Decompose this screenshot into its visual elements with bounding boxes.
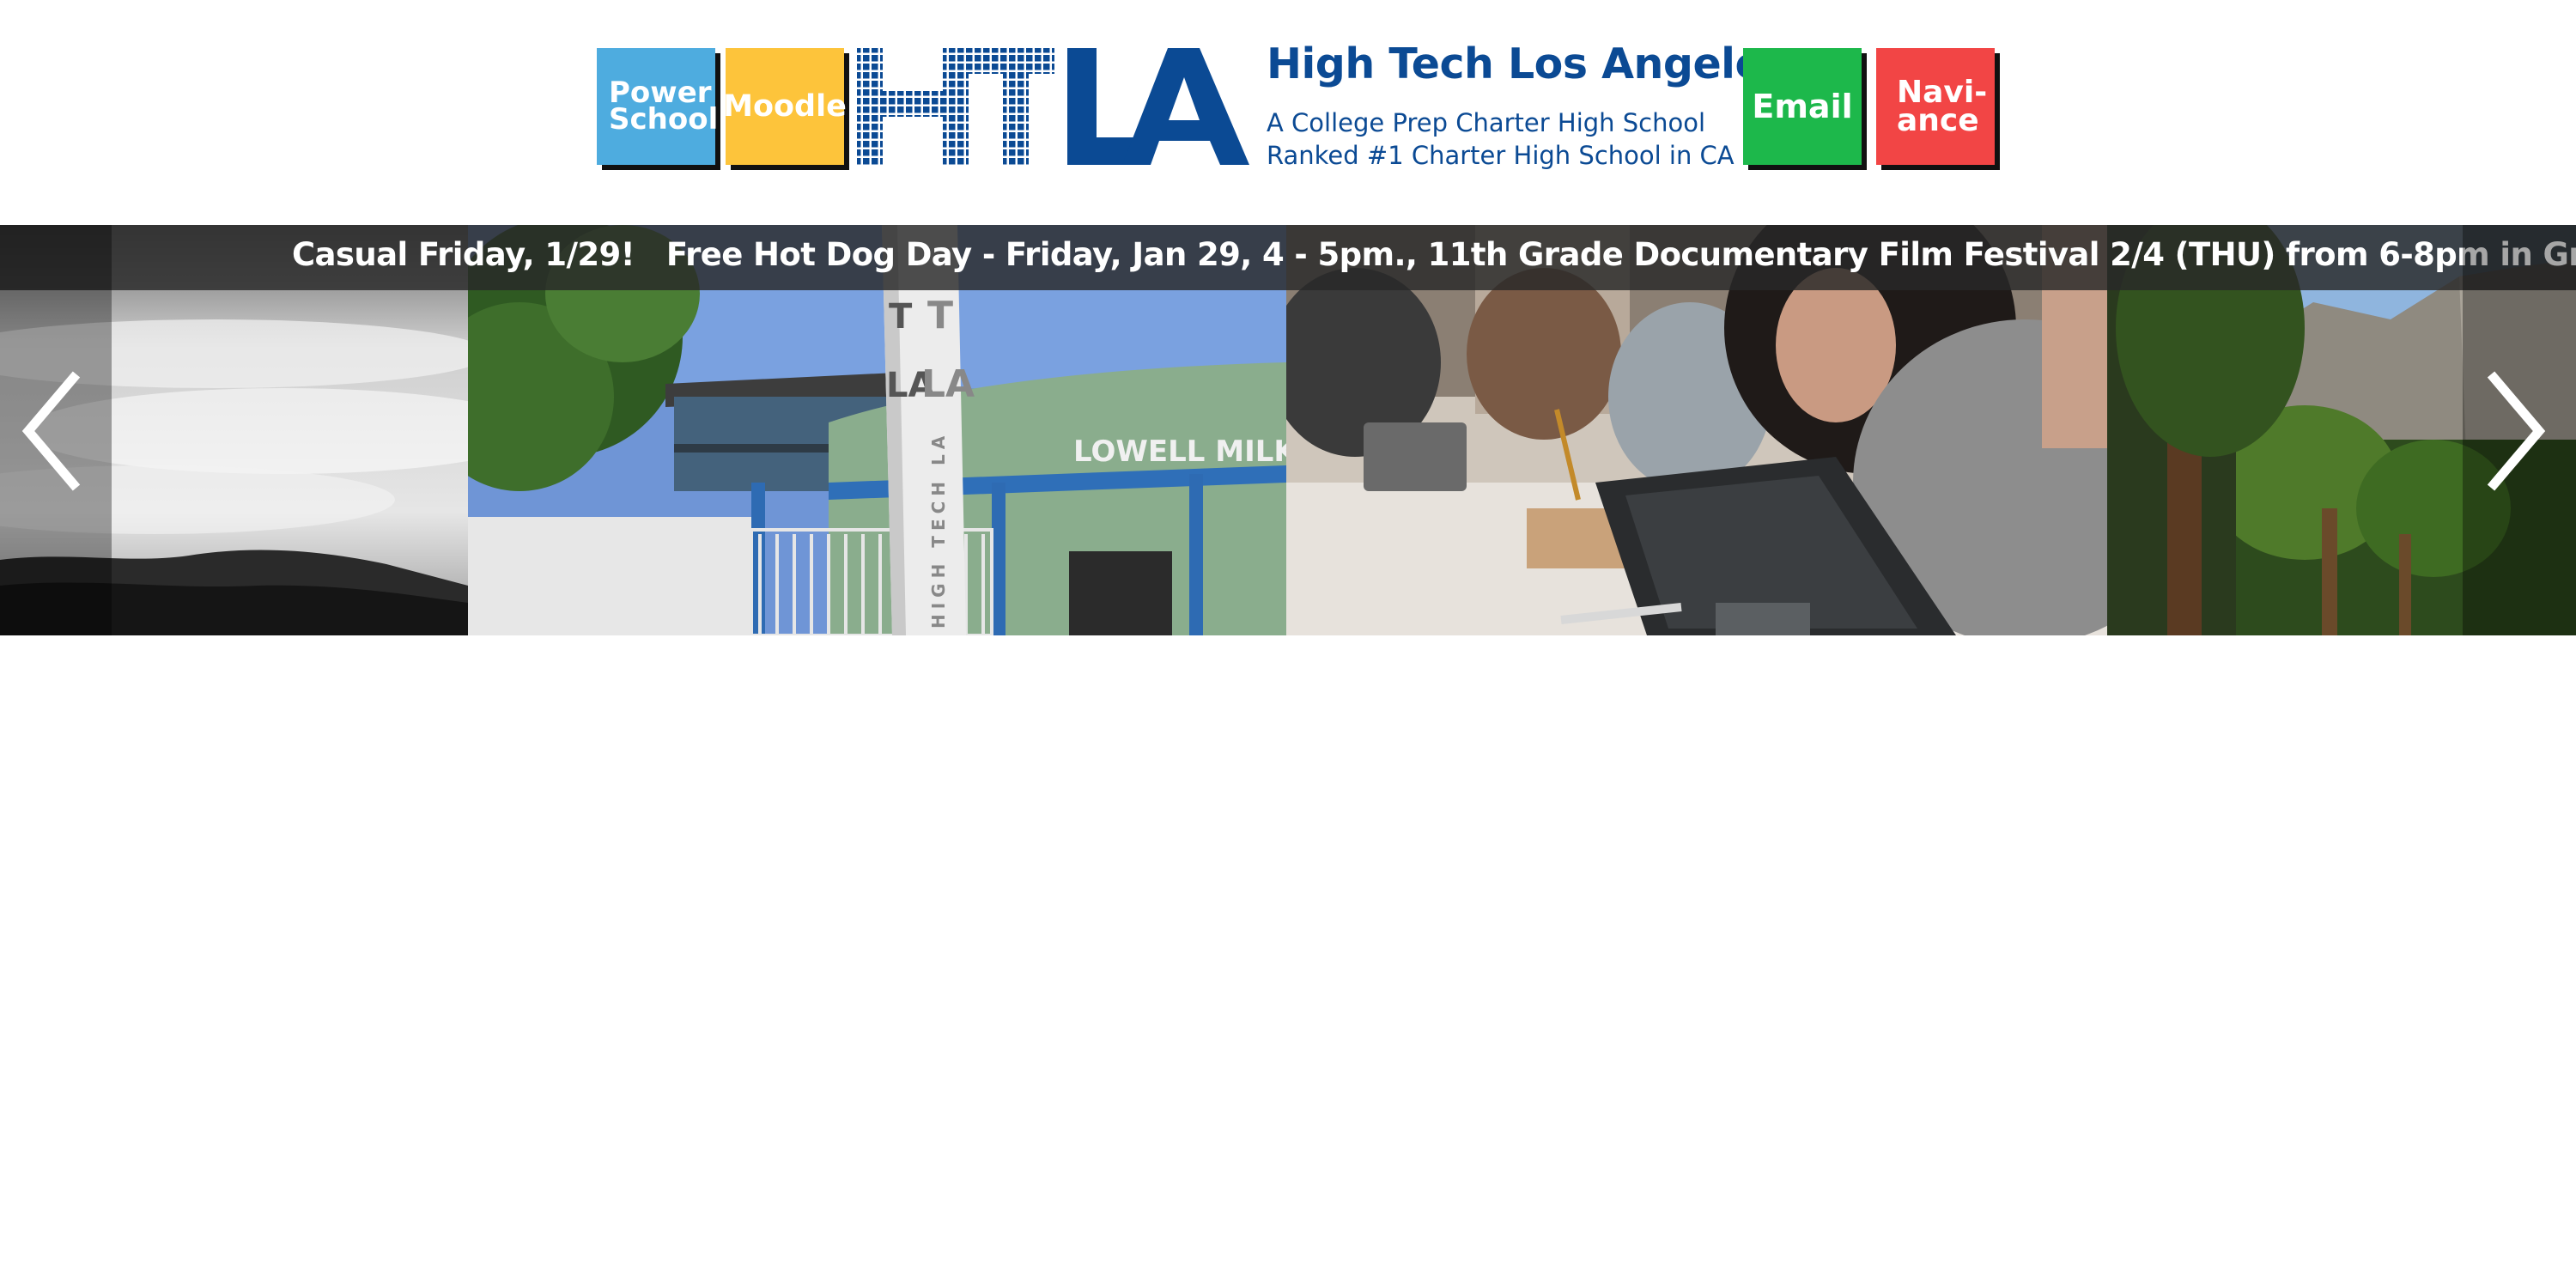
naviance-label: Navi- ance bbox=[1897, 74, 1988, 138]
carousel-prev-button[interactable] bbox=[0, 225, 112, 635]
moodle-label: Moodle bbox=[723, 88, 847, 124]
tower-vertical-text: HIGH TECH LA bbox=[928, 431, 949, 629]
tagline-ranking: Ranked #1 Charter High School in CA bbox=[1267, 141, 1735, 170]
announcement-text: Casual Friday, 1/29! Free Hot Dog Day - … bbox=[292, 236, 2576, 273]
tower-letter-t2: T bbox=[927, 294, 953, 337]
tagline-charter: A College Prep Charter High School bbox=[1267, 108, 1706, 137]
tower-letter-t1: T bbox=[889, 297, 913, 337]
chevron-right-icon bbox=[2487, 371, 2546, 491]
htla-logo-mark bbox=[857, 48, 1249, 165]
email-link[interactable]: Email bbox=[1743, 48, 1862, 165]
chevron-left-icon bbox=[21, 371, 81, 491]
building-sign: LOWELL MILKEN bbox=[1073, 434, 1286, 469]
image-carousel: LOWELL MILKEN T LA T LA HIGH TECH LA bbox=[0, 225, 2576, 635]
school-name: High Tech Los Angeles bbox=[1267, 39, 1788, 88]
carousel-next-button[interactable] bbox=[2463, 225, 2576, 635]
htla-logo[interactable] bbox=[854, 46, 1254, 171]
powerschool-label: Power School bbox=[609, 75, 719, 137]
email-label: Email bbox=[1752, 87, 1853, 125]
naviance-link[interactable]: Navi- ance bbox=[1876, 48, 1995, 165]
tower-letter-la2: LA bbox=[921, 362, 975, 406]
site-header: Power School Moodle High Tech Los Angele… bbox=[0, 0, 2576, 225]
announcement-ticker: Casual Friday, 1/29! Free Hot Dog Day - … bbox=[0, 225, 2576, 290]
powerschool-link[interactable]: Power School bbox=[597, 48, 719, 165]
moodle-link[interactable]: Moodle bbox=[723, 48, 847, 165]
